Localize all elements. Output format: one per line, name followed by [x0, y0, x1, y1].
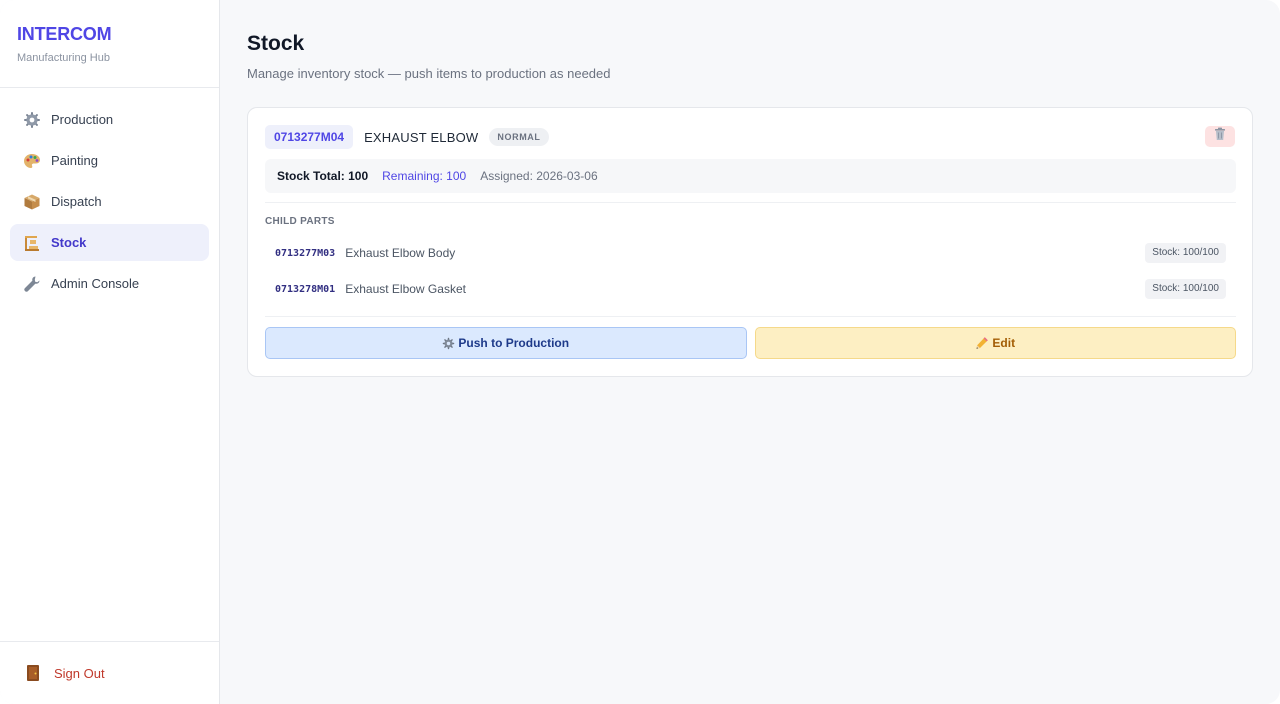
stock-remaining: Remaining: 100 — [382, 169, 467, 183]
part-code-badge: 0713277M04 — [265, 125, 354, 149]
gear-icon — [442, 337, 455, 350]
edit-button[interactable]: Edit — [754, 327, 1236, 359]
delete-button[interactable] — [1205, 126, 1235, 147]
sign-out-button[interactable]: Sign Out — [24, 664, 105, 682]
stock-total: Stock Total: 100 — [277, 169, 369, 183]
part-name: EXHAUST ELBOW — [364, 129, 479, 145]
stock-card: 0713277M04 EXHAUST ELBOW NORMAL Stock To… — [247, 107, 1253, 377]
sidebar-item-label: Admin Console — [51, 276, 140, 291]
sidebar-item-painting[interactable]: Painting — [10, 142, 209, 179]
child-part-code: 0713278M01 — [275, 283, 336, 295]
trash-icon — [1213, 127, 1227, 146]
sign-out-label: Sign Out — [54, 665, 105, 681]
stock-assigned: Assigned: 2026-03-06 — [480, 169, 598, 183]
wrench-icon — [23, 275, 41, 293]
card-divider — [265, 202, 1236, 203]
child-part-code: 0713277M03 — [275, 247, 336, 259]
sidebar-item-dispatch[interactable]: Dispatch — [10, 183, 209, 220]
gear-icon — [23, 111, 41, 129]
child-part-name: Exhaust Elbow Gasket — [345, 282, 466, 296]
sidebar-item-label: Production — [51, 112, 114, 127]
app-window: INTERCOM Manufacturing Hub Production Pa… — [0, 0, 1280, 704]
priority-badge: NORMAL — [489, 128, 549, 146]
stock-stats: Stock Total: 100 Remaining: 100 Assigned… — [265, 159, 1236, 193]
sidebar-nav: Production Painting Dispatch Stock Admin… — [10, 101, 209, 306]
package-icon — [23, 193, 41, 211]
push-button-label: Push to Production — [458, 336, 570, 350]
child-part-name: Exhaust Elbow Body — [345, 246, 456, 260]
card-actions: Push to Production Edit — [265, 327, 1236, 359]
card-divider — [265, 316, 1236, 317]
card-header: 0713277M04 EXHAUST ELBOW NORMAL — [265, 125, 549, 149]
sidebar-divider — [0, 87, 219, 88]
brand-title: INTERCOM — [17, 24, 112, 44]
edit-button-label: Edit — [992, 336, 1016, 350]
sidebar-divider — [0, 641, 219, 642]
sidebar-item-label: Painting — [51, 153, 98, 168]
sidebar-item-production[interactable]: Production — [10, 101, 209, 138]
sidebar: INTERCOM Manufacturing Hub Production Pa… — [0, 0, 220, 704]
stock-icon — [23, 234, 41, 252]
sidebar-item-label: Dispatch — [51, 194, 102, 209]
palette-icon — [23, 152, 41, 170]
sidebar-item-admin-console[interactable]: Admin Console — [10, 265, 209, 302]
page-subtitle: Manage inventory stock — push items to p… — [247, 66, 611, 81]
child-stock-badge: Stock: 100/100 — [1145, 279, 1226, 299]
child-part-row: 0713277M03 Exhaust Elbow Body Stock: 100… — [265, 242, 1236, 264]
push-to-production-button[interactable]: Push to Production — [265, 327, 747, 359]
child-stock-badge: Stock: 100/100 — [1145, 243, 1226, 263]
brand: INTERCOM Manufacturing Hub — [17, 24, 112, 64]
child-parts-heading: CHILD PARTS — [265, 216, 335, 227]
page-title: Stock — [247, 32, 305, 55]
brand-subtitle: Manufacturing Hub — [17, 52, 110, 64]
child-part-row: 0713278M01 Exhaust Elbow Gasket Stock: 1… — [265, 278, 1236, 300]
pencil-icon — [975, 336, 989, 350]
sidebar-item-stock[interactable]: Stock — [10, 224, 209, 261]
door-icon — [24, 664, 42, 682]
sidebar-item-label: Stock — [51, 235, 87, 250]
